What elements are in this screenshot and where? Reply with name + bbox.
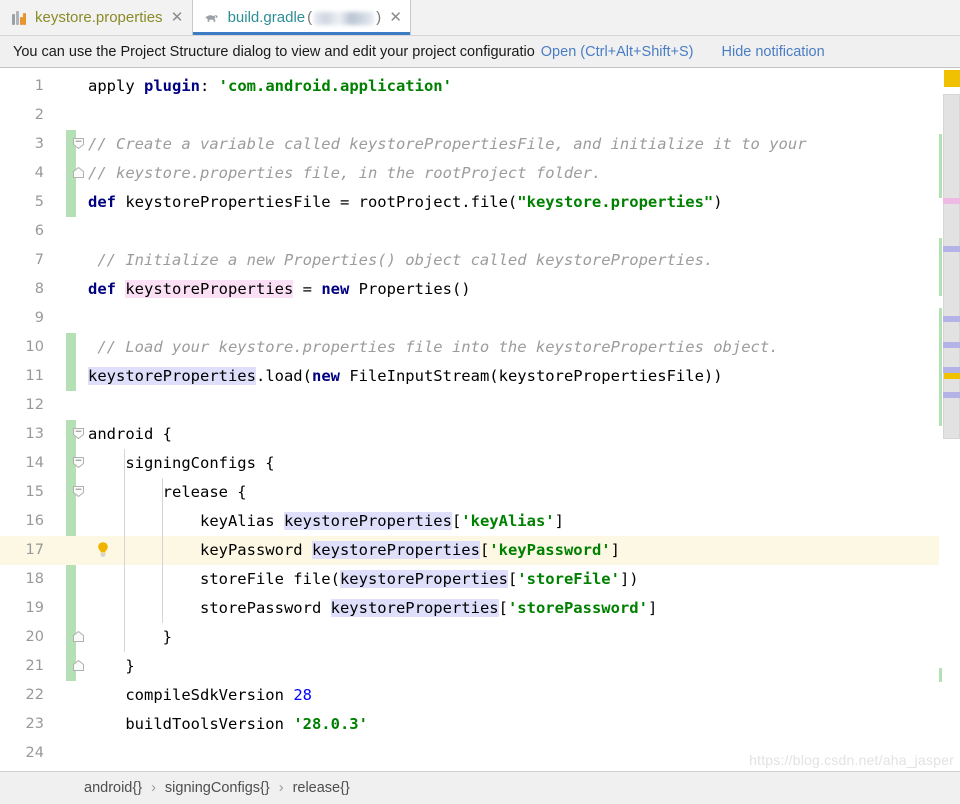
fold-marker[interactable] — [72, 449, 86, 478]
code-line[interactable]: compileSdkVersion 28 — [86, 681, 960, 710]
line-number: 12 — [25, 397, 44, 413]
code-line[interactable]: // Create a variable called keystoreProp… — [86, 130, 960, 159]
line-number: 8 — [34, 281, 44, 297]
line-number: 7 — [34, 252, 44, 268]
fold-marker[interactable] — [72, 652, 86, 681]
stripe-read-occurrence-marker — [943, 392, 960, 398]
stripe-warning-marker — [944, 70, 960, 87]
code-line[interactable]: // Load your keystore.properties file in… — [86, 333, 960, 362]
fold-marker[interactable] — [72, 623, 86, 652]
stripe-warning-marker — [944, 373, 960, 379]
breadcrumb-item[interactable]: release{} — [293, 780, 350, 796]
tab-build-gradle[interactable]: build.gradle () ✕ — [191, 0, 412, 35]
editor-gutter[interactable]: 1 2 3 4 5 6 7 8 9 10 11 12 13 14 15 16 17 18 19 20 21 22 23 24 — [0, 68, 86, 771]
notification-bar: You can use the Project Structure dialog… — [0, 35, 960, 68]
line-number: 15 — [25, 484, 44, 500]
fold-marker[interactable] — [72, 159, 86, 188]
fold-marker[interactable] — [72, 478, 86, 507]
line-number: 24 — [25, 745, 44, 761]
watermark: https://blog.csdn.net/aha_jasper — [749, 752, 954, 768]
breadcrumb-item[interactable]: signingConfigs{} — [165, 780, 270, 796]
tab-module-suffix: () — [307, 9, 382, 26]
stripe-read-occurrence-marker — [943, 246, 960, 252]
line-number: 22 — [25, 687, 44, 703]
stripe-write-occurrence-marker — [943, 198, 960, 204]
stripe-read-occurrence-marker — [943, 367, 960, 373]
line-number: 10 — [25, 339, 44, 355]
code-line[interactable]: // keystore.properties file, in the root… — [86, 159, 960, 188]
line-number: 20 — [25, 629, 44, 645]
breadcrumb-separator: › — [151, 780, 156, 796]
tab-label: keystore.properties — [35, 9, 163, 26]
code-line[interactable] — [86, 391, 960, 420]
fold-marker[interactable] — [72, 420, 86, 449]
code-line[interactable]: } — [86, 652, 960, 681]
line-number: 3 — [34, 136, 44, 152]
tab-label: build.gradle — [227, 9, 306, 26]
code-line[interactable]: android { — [86, 420, 960, 449]
code-surface[interactable]: apply plugin: 'com.android.application' … — [86, 68, 960, 771]
stripe-change-marker — [939, 308, 942, 426]
code-line[interactable]: release { — [86, 478, 960, 507]
code-line[interactable]: keystoreProperties.load(new FileInputStr… — [86, 362, 960, 391]
code-line[interactable]: // Initialize a new Properties() object … — [86, 246, 960, 275]
code-line[interactable] — [86, 304, 960, 333]
breadcrumb-separator: › — [278, 780, 284, 796]
editor-tab-bar: keystore.properties ✕ build.gradle () ✕ — [0, 0, 960, 35]
properties-file-icon — [10, 9, 28, 27]
tab-close-icon[interactable]: ✕ — [389, 10, 402, 25]
line-number: 23 — [25, 716, 44, 732]
code-line[interactable]: storePassword keystoreProperties['storeP… — [86, 594, 960, 623]
vcs-change-bar — [66, 333, 76, 391]
line-number: 17 — [25, 542, 44, 558]
line-number: 18 — [25, 571, 44, 587]
code-line[interactable]: buildToolsVersion '28.0.3' — [86, 710, 960, 739]
code-line[interactable]: apply plugin: 'com.android.application' — [86, 72, 960, 101]
code-line[interactable]: keyPassword keystoreProperties['keyPassw… — [86, 536, 960, 565]
breadcrumb-item[interactable]: android{} — [84, 780, 142, 796]
tab-keystore-properties[interactable]: keystore.properties ✕ — [0, 0, 192, 35]
line-number: 6 — [34, 223, 44, 239]
line-number: 19 — [25, 600, 44, 616]
stripe-read-occurrence-marker — [943, 342, 960, 348]
line-number: 14 — [25, 455, 44, 471]
notification-message: You can use the Project Structure dialog… — [13, 43, 535, 60]
stripe-change-marker — [939, 238, 942, 296]
line-number: 4 — [34, 165, 44, 181]
breadcrumb: android{} › signingConfigs{} › release{} — [0, 771, 960, 804]
gradle-elephant-icon — [203, 9, 221, 27]
code-line[interactable]: keyAlias keystoreProperties['keyAlias'] — [86, 507, 960, 536]
line-number: 9 — [34, 310, 44, 326]
line-number: 13 — [25, 426, 44, 442]
fold-marker[interactable] — [72, 130, 86, 159]
line-number: 5 — [34, 194, 44, 210]
code-line[interactable]: def keystoreProperties = new Properties(… — [86, 275, 960, 304]
hide-notification-link[interactable]: Hide notification — [722, 44, 825, 60]
code-line[interactable]: def keystorePropertiesFile = rootProject… — [86, 188, 960, 217]
line-number: 2 — [34, 107, 44, 123]
redacted-module-name — [314, 11, 375, 25]
code-line[interactable] — [86, 217, 960, 246]
stripe-change-marker — [939, 134, 942, 198]
line-number: 21 — [25, 658, 44, 674]
marker-stripe[interactable] — [939, 68, 960, 771]
stripe-read-occurrence-marker — [943, 316, 960, 322]
code-line[interactable]: signingConfigs { — [86, 449, 960, 478]
code-line[interactable]: storeFile file(keystoreProperties['store… — [86, 565, 960, 594]
stripe-change-marker — [939, 668, 942, 682]
line-number: 16 — [25, 513, 44, 529]
line-number: 1 — [34, 78, 44, 94]
code-line[interactable]: } — [86, 623, 960, 652]
line-number: 11 — [25, 368, 44, 384]
code-line[interactable] — [86, 101, 960, 130]
open-project-structure-link[interactable]: Open (Ctrl+Alt+Shift+S) — [541, 44, 694, 60]
code-editor[interactable]: 1 2 3 4 5 6 7 8 9 10 11 12 13 14 15 16 17 18 19 20 21 22 23 24 … — [0, 68, 960, 771]
tab-close-icon[interactable]: ✕ — [171, 10, 184, 25]
vertical-scrollbar-thumb[interactable] — [943, 94, 960, 439]
